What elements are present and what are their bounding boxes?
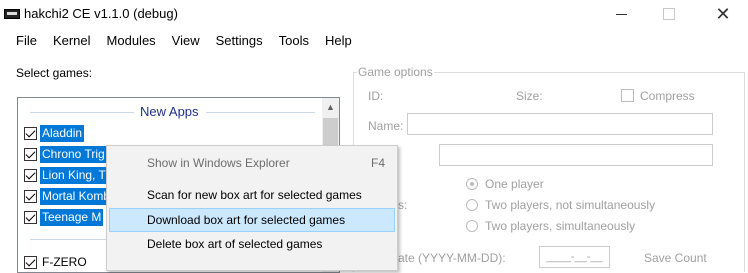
- game-checkbox[interactable]: [24, 210, 37, 224]
- group-title: New Apps: [140, 104, 199, 119]
- compress-label: Compress: [640, 89, 695, 103]
- minimize-button[interactable]: [598, 0, 644, 28]
- menu-help[interactable]: Help: [317, 28, 360, 54]
- menu-item-shortcut: F4: [370, 156, 385, 170]
- game-checkbox[interactable]: [24, 147, 37, 161]
- window-title: hakchi2 CE v1.1.0 (debug): [24, 6, 178, 21]
- menu-view[interactable]: View: [164, 28, 208, 54]
- menu-item-label: Delete box art of selected games: [147, 237, 323, 251]
- list-item[interactable]: Aladdin: [24, 124, 85, 142]
- compress-checkbox[interactable]: [621, 89, 634, 102]
- two-players-sim-label: Two players, simultaneously: [485, 219, 636, 233]
- game-checkbox[interactable]: [24, 189, 37, 203]
- close-icon: ✕: [715, 3, 731, 24]
- menu-item-download-box-art[interactable]: Download box art for selected games: [109, 208, 395, 232]
- radio-one-player[interactable]: [466, 178, 478, 190]
- menu-item-show-in-explorer[interactable]: Show in Windows Explorer F4: [109, 151, 395, 175]
- game-name: Lion King, T: [40, 166, 108, 184]
- menu-item-label: Download box art for selected games: [147, 213, 346, 227]
- menu-file[interactable]: File: [8, 28, 45, 54]
- name-field[interactable]: [407, 113, 713, 135]
- size-label: Size:: [516, 89, 543, 103]
- release-date-label: ate (YYYY-MM-DD):: [398, 251, 506, 265]
- two-players-not-sim-label: Two players, not simultaneously: [485, 198, 656, 212]
- menu-bar: File Kernel Modules View Settings Tools …: [0, 28, 748, 54]
- list-item[interactable]: Mortal Komb: [24, 187, 113, 205]
- menu-item-label: Scan for new box art for selected games: [147, 188, 362, 202]
- release-date-field[interactable]: ____-__-__: [539, 246, 610, 268]
- game-checkbox[interactable]: [24, 126, 37, 140]
- menu-settings[interactable]: Settings: [208, 28, 271, 54]
- title-bar: hakchi2 CE v1.1.0 (debug) ✕: [0, 0, 748, 28]
- list-item[interactable]: F-ZERO: [24, 253, 89, 271]
- group-line: [30, 112, 134, 113]
- game-name: Mortal Komb: [40, 187, 113, 205]
- select-games-label: Select games:: [16, 66, 93, 80]
- game-name: F-ZERO: [42, 254, 87, 269]
- radio-two-players-not-sim[interactable]: [466, 199, 478, 211]
- menu-modules[interactable]: Modules: [99, 28, 164, 54]
- menu-tools[interactable]: Tools: [271, 28, 317, 54]
- group-line: [206, 112, 315, 113]
- command-field[interactable]: [439, 144, 713, 166]
- players-label: s:: [398, 198, 408, 212]
- one-player-label: One player: [485, 177, 544, 191]
- scroll-up-icon[interactable]: ▲: [322, 98, 339, 115]
- menu-item-scan-box-art[interactable]: Scan for new box art for selected games: [109, 183, 395, 207]
- game-options-title: Game options: [357, 65, 434, 79]
- group-header-new-apps[interactable]: New Apps: [30, 103, 315, 121]
- game-checkbox[interactable]: [24, 255, 37, 269]
- game-name: Chrono Trig: [40, 145, 107, 163]
- id-label: ID:: [368, 89, 384, 103]
- menu-item-delete-box-art[interactable]: Delete box art of selected games: [109, 232, 395, 256]
- menu-item-label: Show in Windows Explorer: [147, 156, 290, 170]
- name-label: Name:: [368, 119, 404, 133]
- game-name: Aladdin: [40, 124, 85, 142]
- list-item[interactable]: Teenage M: [24, 208, 104, 226]
- maximize-icon: [663, 8, 675, 20]
- menu-kernel[interactable]: Kernel: [45, 28, 99, 54]
- close-button[interactable]: ✕: [700, 0, 746, 28]
- app-icon: [4, 9, 20, 19]
- minimize-icon: [615, 13, 627, 15]
- context-menu: Show in Windows Explorer F4 Scan for new…: [106, 145, 398, 271]
- game-checkbox[interactable]: [24, 168, 37, 182]
- radio-two-players-sim[interactable]: [466, 220, 478, 232]
- game-name: Teenage M: [40, 208, 104, 226]
- list-item[interactable]: Lion King, T: [24, 166, 108, 184]
- save-count-label: Save Count: [644, 251, 707, 265]
- list-item[interactable]: Chrono Trig: [24, 145, 107, 163]
- maximize-button[interactable]: [646, 0, 692, 28]
